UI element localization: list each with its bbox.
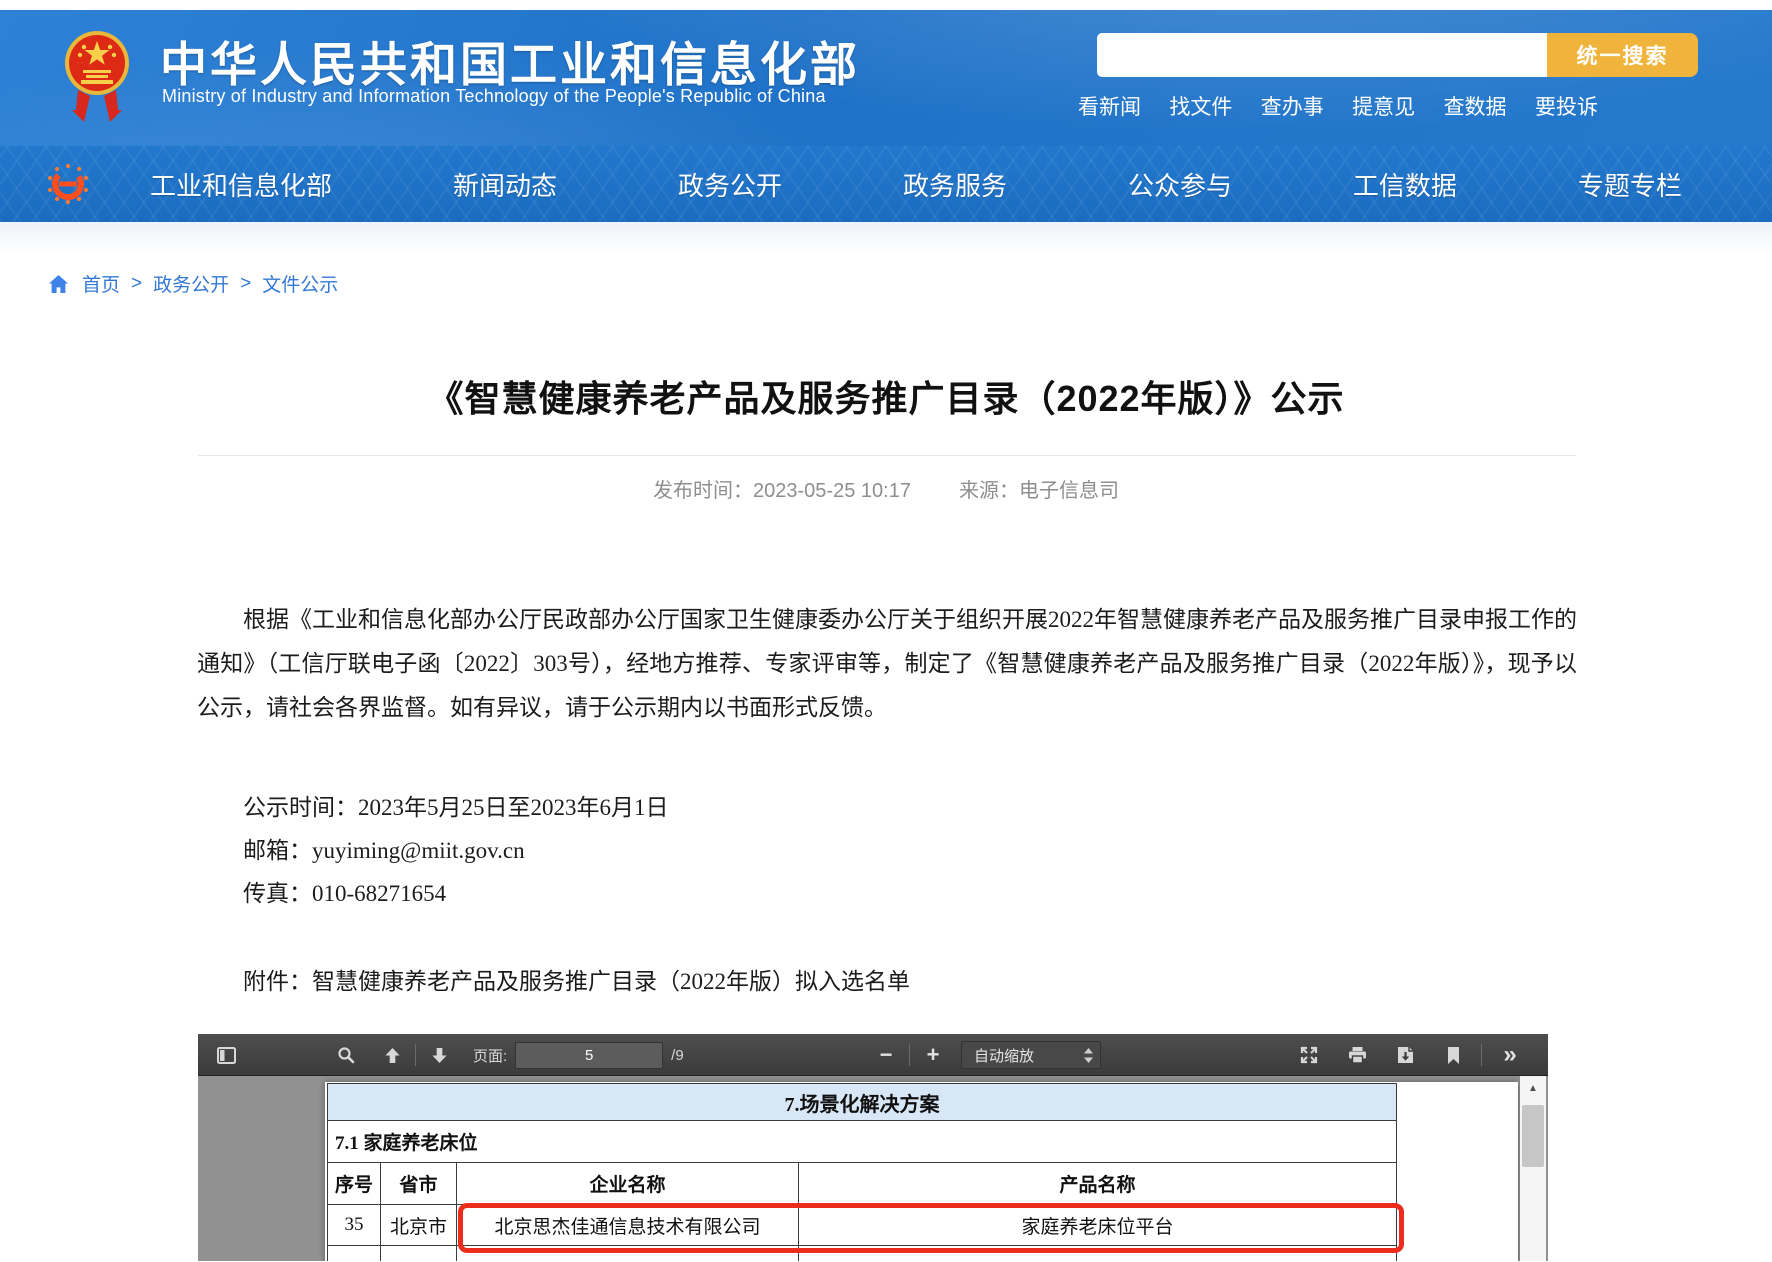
nav-item-news[interactable]: 新闻动态 [453,166,557,203]
page-content: 首页 > 政务公开 > 文件公示 《智慧健康养老产品及服务推广目录（2022年版… [0,222,1772,1262]
column-header: 序号 [328,1163,381,1204]
home-icon [48,274,69,294]
scrollbar-thumb[interactable] [1522,1105,1544,1167]
plus-icon: + [927,1044,940,1066]
minus-icon: − [880,1044,893,1066]
nav-item-gov-services[interactable]: 政务服务 [903,166,1007,203]
nav-item-special-topics[interactable]: 专题专栏 [1578,166,1682,203]
fax-line: 传真：010-68271654 [197,874,446,908]
fullscreen-icon [1300,1046,1318,1064]
find-button[interactable] [330,1040,362,1070]
breadcrumb-home[interactable]: 首页 [82,270,120,297]
nav-item-public-participation[interactable]: 公众参与 [1128,166,1232,203]
source-value: 电子信息司 [1019,480,1119,502]
attachment-line: 附件：智慧健康养老产品及服务推广目录（2022年版）拟入选名单 [197,962,910,996]
nav-item-miit-data[interactable]: 工信数据 [1353,166,1457,203]
pdf-document-area: 7.场景化解决方案 7.1 家庭养老床位 序号 省市 企业名称 产品名称 35 … [198,1076,1548,1261]
main-navigation: 工业和信息化部 新闻动态 政务公开 政务服务 公众参与 工信数据 专题专栏 [0,146,1772,222]
zoom-scale-select[interactable]: 自动缩放 [961,1041,1101,1069]
nav-item-ministry[interactable]: 工业和信息化部 [150,166,332,203]
quick-link-suggestions[interactable]: 提意见 [1352,91,1415,121]
quick-link-data[interactable]: 查数据 [1444,91,1507,121]
column-header: 省市 [381,1163,457,1204]
table-section-header: 7.场景化解决方案 [328,1084,1396,1121]
unified-search-button[interactable]: 统一搜索 [1547,33,1698,77]
content-top-fade [0,222,1772,256]
arrow-down-icon [431,1047,448,1064]
pdf-viewer: 页面: /9 − + 自动缩放 [198,1034,1548,1262]
search-bar: 统一搜索 [1097,33,1698,77]
table-subsection-header: 7.1 家庭养老床位 [328,1121,1396,1163]
site-title: 中华人民共和国工业和信息化部 [160,26,860,95]
download-button[interactable] [1389,1040,1421,1070]
nav-item-gov-open[interactable]: 政务公开 [678,166,782,203]
zoom-out-button[interactable]: − [870,1040,902,1070]
download-icon [1397,1046,1414,1064]
previous-page-button[interactable] [376,1040,408,1070]
breadcrumb-separator: > [131,273,142,295]
table-row: 35 北京市 北京思杰佳通信息技术有限公司 家庭养老床位平台 [328,1205,1396,1246]
double-chevron-icon: » [1503,1045,1516,1065]
scroll-up-button[interactable]: ▲ [1520,1076,1546,1101]
national-emblem-icon [62,18,132,124]
page-total: /9 [671,1047,684,1064]
cell-province: 北京市 [381,1205,457,1245]
bookmark-button[interactable] [1437,1040,1469,1070]
quick-link-news[interactable]: 看新闻 [1078,91,1141,121]
printer-icon [1348,1046,1367,1064]
page-label: 页面: [473,1045,507,1066]
search-input[interactable] [1097,33,1547,77]
zoom-in-button[interactable]: + [917,1040,949,1070]
breadcrumb-separator: > [240,273,251,295]
table-header-row: 序号 省市 企业名称 产品名称 [328,1163,1396,1205]
source-label: 来源： [959,480,1019,502]
search-icon [337,1046,355,1064]
title-divider [198,455,1576,456]
site-title-english: Ministry of Industry and Information Tec… [162,86,826,107]
quick-link-services[interactable]: 查办事 [1261,91,1324,121]
article-paragraph: 根据《工业和信息化部办公厅民政部办公厅国家卫生健康委办公厅关于组织开展2022年… [197,598,1577,730]
pdf-page: 7.场景化解决方案 7.1 家庭养老床位 序号 省市 企业名称 产品名称 35 … [325,1082,1518,1261]
sidebar-toggle-icon [217,1047,236,1064]
column-header: 产品名称 [799,1163,1396,1204]
breadcrumb-gov-open[interactable]: 政务公开 [153,270,229,297]
next-page-button[interactable] [423,1040,455,1070]
cell-seq: 35 [328,1205,381,1245]
article-title: 《智慧健康养老产品及服务推广目录（2022年版）》公示 [0,370,1772,422]
breadcrumb: 首页 > 政务公开 > 文件公示 [48,270,338,297]
toolbar-separator [415,1044,416,1066]
publish-time-label: 发布时间： [653,480,753,502]
publish-info: 发布时间：2023-05-25 10:17 来源：电子信息司 [0,474,1772,503]
pdf-scrollbar[interactable]: ▲ [1520,1076,1546,1261]
cell-product: 家庭养老床位平台 [799,1205,1396,1245]
quick-link-documents[interactable]: 找文件 [1169,91,1232,121]
breadcrumb-current: 文件公示 [262,270,338,297]
email-line: 邮箱：yuyiming@miit.gov.cn [197,831,525,865]
page-number-input[interactable] [515,1042,663,1069]
bookmark-icon [1447,1047,1460,1064]
scroll-up-arrow-icon: ▲ [1528,1083,1538,1094]
quick-link-complaints[interactable]: 要投诉 [1535,91,1598,121]
select-spinner-icon [1084,1048,1093,1063]
presentation-mode-button[interactable] [1293,1040,1325,1070]
print-button[interactable] [1341,1040,1373,1070]
miit-logo-icon [46,162,90,206]
toolbar-separator [909,1044,910,1066]
more-tools-button[interactable]: » [1494,1040,1526,1070]
site-banner: 中华人民共和国工业和信息化部 Ministry of Industry and … [0,10,1772,146]
arrow-up-icon [384,1047,401,1064]
zoom-scale-value: 自动缩放 [974,1045,1034,1066]
quick-links: 看新闻 找文件 查办事 提意见 查数据 要投诉 [1078,91,1598,121]
cell-company: 北京思杰佳通信息技术有限公司 [457,1205,799,1245]
sidebar-toggle-button[interactable] [210,1040,242,1070]
table-row-clipped [328,1246,1396,1261]
pdf-table: 7.场景化解决方案 7.1 家庭养老床位 序号 省市 企业名称 产品名称 35 … [327,1083,1397,1261]
column-header: 企业名称 [457,1163,799,1204]
notice-period-line: 公示时间：2023年5月25日至2023年6月1日 [197,788,669,822]
pdf-toolbar: 页面: /9 − + 自动缩放 [198,1034,1548,1076]
publish-time: 2023-05-25 10:17 [753,480,911,502]
page: 中华人民共和国工业和信息化部 Ministry of Industry and … [0,0,1772,1262]
toolbar-separator [1481,1044,1482,1066]
